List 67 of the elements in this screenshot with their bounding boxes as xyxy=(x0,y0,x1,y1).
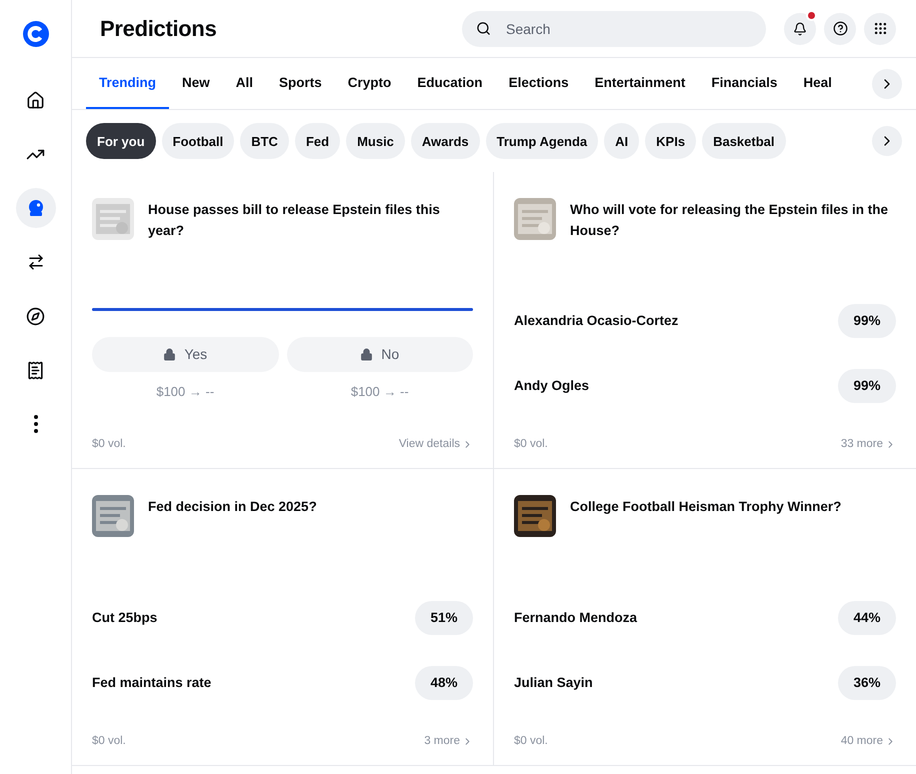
apps-grid-icon xyxy=(872,21,888,36)
volume-text: $0 vol. xyxy=(514,438,548,450)
lock-icon xyxy=(360,348,374,360)
outcome-button[interactable]: Yes xyxy=(92,336,278,372)
receipt-icon xyxy=(26,360,45,380)
volume-text: $0 vol. xyxy=(92,438,126,450)
market-card[interactable]: House passes bill to release Epstein files this year? Yes $100 → -- No $100 → -- $0 vol. View details xyxy=(72,172,494,469)
compass-icon xyxy=(26,306,45,326)
category-tab[interactable]: Elections xyxy=(496,58,582,109)
option-name: Andy Ogles xyxy=(514,378,590,393)
lock-icon xyxy=(163,348,176,360)
volume-text: $0 vol. xyxy=(514,735,548,747)
market-card[interactable]: Fed decision in Dec 2025? Cut 25bps 51% Fed maintains rate 48% $0 vol. 3 more xyxy=(72,469,494,766)
category-tab[interactable]: Education xyxy=(404,58,496,109)
chance-button[interactable]: 36% xyxy=(838,666,896,700)
chance-button[interactable]: 99% xyxy=(838,304,896,338)
outcome-button[interactable]: No xyxy=(286,336,473,372)
market-title: Who will vote for releasing the Epstein files in the House? xyxy=(570,201,890,240)
category-tab[interactable]: All xyxy=(222,58,266,109)
notifications-button[interactable] xyxy=(784,12,816,44)
payout-text: $100 → -- xyxy=(350,384,409,398)
filter-chip[interactable]: Trump Agenda xyxy=(486,123,598,159)
search-icon xyxy=(476,20,491,36)
chance-button[interactable]: 99% xyxy=(838,368,896,402)
chance-button[interactable]: 51% xyxy=(415,600,473,634)
trade-icon xyxy=(26,253,44,271)
option-name: Julian Sayin xyxy=(514,675,593,690)
category-tab[interactable]: Crypto xyxy=(334,58,404,109)
logo-icon[interactable] xyxy=(22,20,50,48)
option-name: Alexandria Ocasio-Cortez xyxy=(514,313,678,328)
scroll-right-button[interactable] xyxy=(872,68,902,98)
filter-chip[interactable]: AI xyxy=(604,123,640,159)
filter-chip[interactable]: Fed xyxy=(294,123,340,159)
filter-chip[interactable]: KPIs xyxy=(645,123,696,159)
category-tab[interactable]: Entertainment xyxy=(582,58,698,109)
home-icon xyxy=(26,90,45,110)
category-tab[interactable]: Trending xyxy=(86,58,169,109)
apps-button[interactable] xyxy=(864,12,896,44)
filter-chip[interactable]: Music xyxy=(346,123,405,159)
bell-icon xyxy=(793,22,807,36)
filter-chip[interactable]: Football xyxy=(162,123,234,159)
filter-chip[interactable]: BTC xyxy=(240,123,289,159)
category-tab[interactable]: Sports xyxy=(266,58,335,109)
volume-text: $0 vol. xyxy=(92,735,126,747)
category-tab[interactable]: Financials xyxy=(698,58,790,109)
option-name: Cut 25bps xyxy=(92,610,158,625)
chance-button[interactable]: 48% xyxy=(415,666,473,700)
market-card[interactable]: Who will vote for releasing the Epstein files in the House? Alexandria Ocasio-Cortez 99% Andy Ogles 99% $0 vol. 33 more xyxy=(494,172,916,469)
market-card[interactable]: College Football Heisman Trophy Winner? Fernando Mendoza 44% Julian Sayin 36% $0 vol. 40 more xyxy=(494,469,916,766)
market-title: House passes bill to release Epstein files this year? xyxy=(148,201,441,240)
help-button[interactable] xyxy=(824,12,856,44)
search-field[interactable]: Search xyxy=(462,10,766,46)
market-title: Fed decision in Dec 2025? xyxy=(148,498,317,516)
filter-chip[interactable]: Basketbal xyxy=(702,123,786,159)
option-name: Fernando Mendoza xyxy=(514,610,638,625)
filter-chip[interactable]: Awards xyxy=(410,123,480,159)
category-tab[interactable]: New xyxy=(169,58,223,109)
page-title: Predictions xyxy=(100,16,218,42)
scroll-right-button[interactable] xyxy=(872,126,902,156)
option-name: Fed maintains rate xyxy=(92,675,212,690)
category-tab[interactable]: Heal xyxy=(790,58,845,109)
market-title: College Football Heisman Trophy Winner? xyxy=(570,498,842,516)
more-icon xyxy=(34,415,38,433)
payout-text: $100 → -- xyxy=(156,384,214,398)
filter-chip[interactable]: For you xyxy=(86,123,156,159)
chance-button[interactable]: 44% xyxy=(838,600,896,634)
help-icon xyxy=(832,21,848,36)
